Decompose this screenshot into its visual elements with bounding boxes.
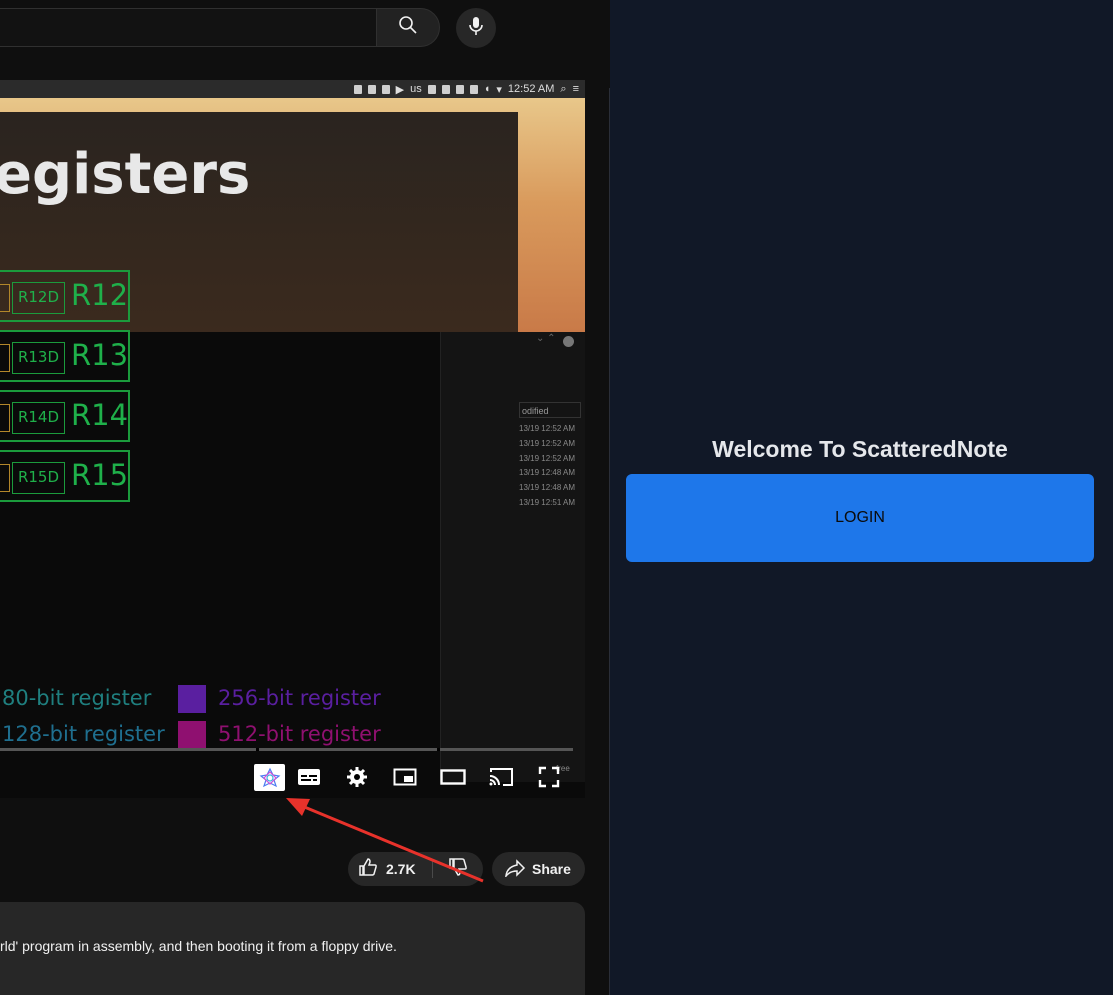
- miniplayer-button[interactable]: [389, 765, 421, 789]
- register-chip: [0, 344, 10, 372]
- theater-icon: [440, 769, 466, 785]
- subtitles-icon: [297, 768, 321, 786]
- voice-search-button[interactable]: [456, 8, 496, 48]
- login-button[interactable]: LOGIN: [626, 474, 1094, 562]
- locale-indicator: us: [410, 83, 422, 95]
- legend-label: 512-bit register: [218, 722, 381, 746]
- register-small-label: R14D: [12, 402, 65, 434]
- video-description[interactable]: rld' program in assembly, and then booti…: [0, 902, 585, 995]
- register-label: R14: [71, 398, 129, 432]
- menu-icon: ≡: [572, 83, 579, 95]
- file-row-date: 13/19 12:48 AM: [519, 483, 576, 492]
- info-icon: [353, 84, 362, 94]
- slide-title: egisters: [0, 142, 251, 207]
- description-text: rld' program in assembly, and then booti…: [0, 938, 397, 954]
- monitor-icon: [427, 84, 436, 94]
- legend-label: 80-bit register: [2, 686, 152, 710]
- video-player[interactable]: ▶ us ◖ ▾ 12:52 AM ⌕ ≡ egisters ⌄ ⌃ odifi…: [0, 80, 585, 798]
- like-dislike-group: 2.7K: [348, 852, 483, 886]
- register-chip: [0, 464, 10, 492]
- thumbs-up-icon: [358, 857, 378, 882]
- fullscreen-button[interactable]: [533, 765, 565, 789]
- register-row: R15D R15: [0, 450, 130, 502]
- youtube-page: ▶ us ◖ ▾ 12:52 AM ⌕ ≡ egisters ⌄ ⌃ odifi…: [0, 0, 609, 995]
- search-button[interactable]: [376, 8, 440, 47]
- miniplayer-icon: [393, 768, 417, 786]
- battery-icon: [469, 84, 478, 94]
- extension-button[interactable]: [254, 764, 285, 791]
- register-small-label: R12D: [12, 282, 65, 314]
- scatterednote-panel: Welcome To ScatteredNote LOGIN: [610, 0, 1113, 995]
- dropdown-icon: ▾: [496, 83, 502, 96]
- legend-swatch: [178, 685, 206, 713]
- fullscreen-icon: [538, 766, 560, 788]
- cast-button[interactable]: [485, 765, 517, 789]
- register-row: R13D R13: [0, 330, 130, 382]
- gear-icon: [346, 766, 368, 788]
- extension-icon: [258, 766, 282, 790]
- register-small-label: R13D: [12, 342, 65, 374]
- register-label: R13: [71, 338, 129, 372]
- chapter-divider: [437, 748, 440, 751]
- register-label: R15: [71, 458, 129, 492]
- play-icon: ▶: [395, 83, 405, 96]
- clipboard-icon: [455, 84, 464, 94]
- microphone-icon: [468, 16, 484, 41]
- file-row-date: 13/19 12:52 AM: [519, 454, 576, 463]
- settings-button[interactable]: [341, 765, 373, 789]
- minimize-icon: ⌄ ⌃: [536, 333, 556, 344]
- file-row-date: 13/19 12:48 AM: [519, 468, 576, 477]
- search-icon: [398, 15, 418, 40]
- share-button[interactable]: Share: [492, 852, 585, 886]
- volume-icon: ◖: [483, 83, 491, 95]
- search-icon: ⌕: [560, 82, 567, 95]
- desktop-taskbar: ▶ us ◖ ▾ 12:52 AM ⌕ ≡: [0, 80, 585, 98]
- register-chip: [0, 284, 10, 312]
- chapter-divider: [256, 748, 259, 751]
- register-row: R14D R14: [0, 390, 130, 442]
- progress-bar[interactable]: [0, 748, 573, 751]
- register-small-label: R15D: [12, 462, 65, 494]
- like-count: 2.7K: [386, 861, 416, 877]
- usb-icon: [381, 84, 390, 94]
- system-clock: 12:52 AM: [507, 83, 555, 95]
- file-column-header: odified: [519, 402, 581, 418]
- image-icon: [367, 84, 376, 94]
- legend-label: 128-bit register: [2, 722, 165, 746]
- register-row: R12D R12: [0, 270, 130, 322]
- like-divider: [432, 860, 433, 878]
- subtitles-button[interactable]: [293, 765, 325, 789]
- thumbs-down-icon: [448, 857, 468, 882]
- legend-label: 256-bit register: [218, 686, 381, 710]
- share-label: Share: [532, 861, 571, 877]
- theater-mode-button[interactable]: [437, 765, 469, 789]
- search-input[interactable]: [0, 8, 377, 47]
- welcome-heading: Welcome To ScatteredNote: [712, 436, 1008, 462]
- register-chip: [0, 404, 10, 432]
- file-manager-window: ⌄ ⌃ odified 13/19 12:52 AM 13/19 12:52 A…: [440, 332, 585, 782]
- lock-icon: [441, 84, 450, 94]
- file-row-date: 13/19 12:51 AM: [519, 498, 576, 507]
- like-button[interactable]: 2.7K: [358, 852, 432, 886]
- register-label: R12: [71, 278, 129, 312]
- close-icon: [563, 336, 574, 347]
- dislike-button[interactable]: [438, 852, 478, 886]
- file-row-date: 13/19 12:52 AM: [519, 439, 576, 448]
- cast-icon: [488, 767, 514, 787]
- legend-swatch: [178, 721, 206, 749]
- file-row-date: 13/19 12:52 AM: [519, 424, 576, 433]
- share-icon: [504, 858, 526, 880]
